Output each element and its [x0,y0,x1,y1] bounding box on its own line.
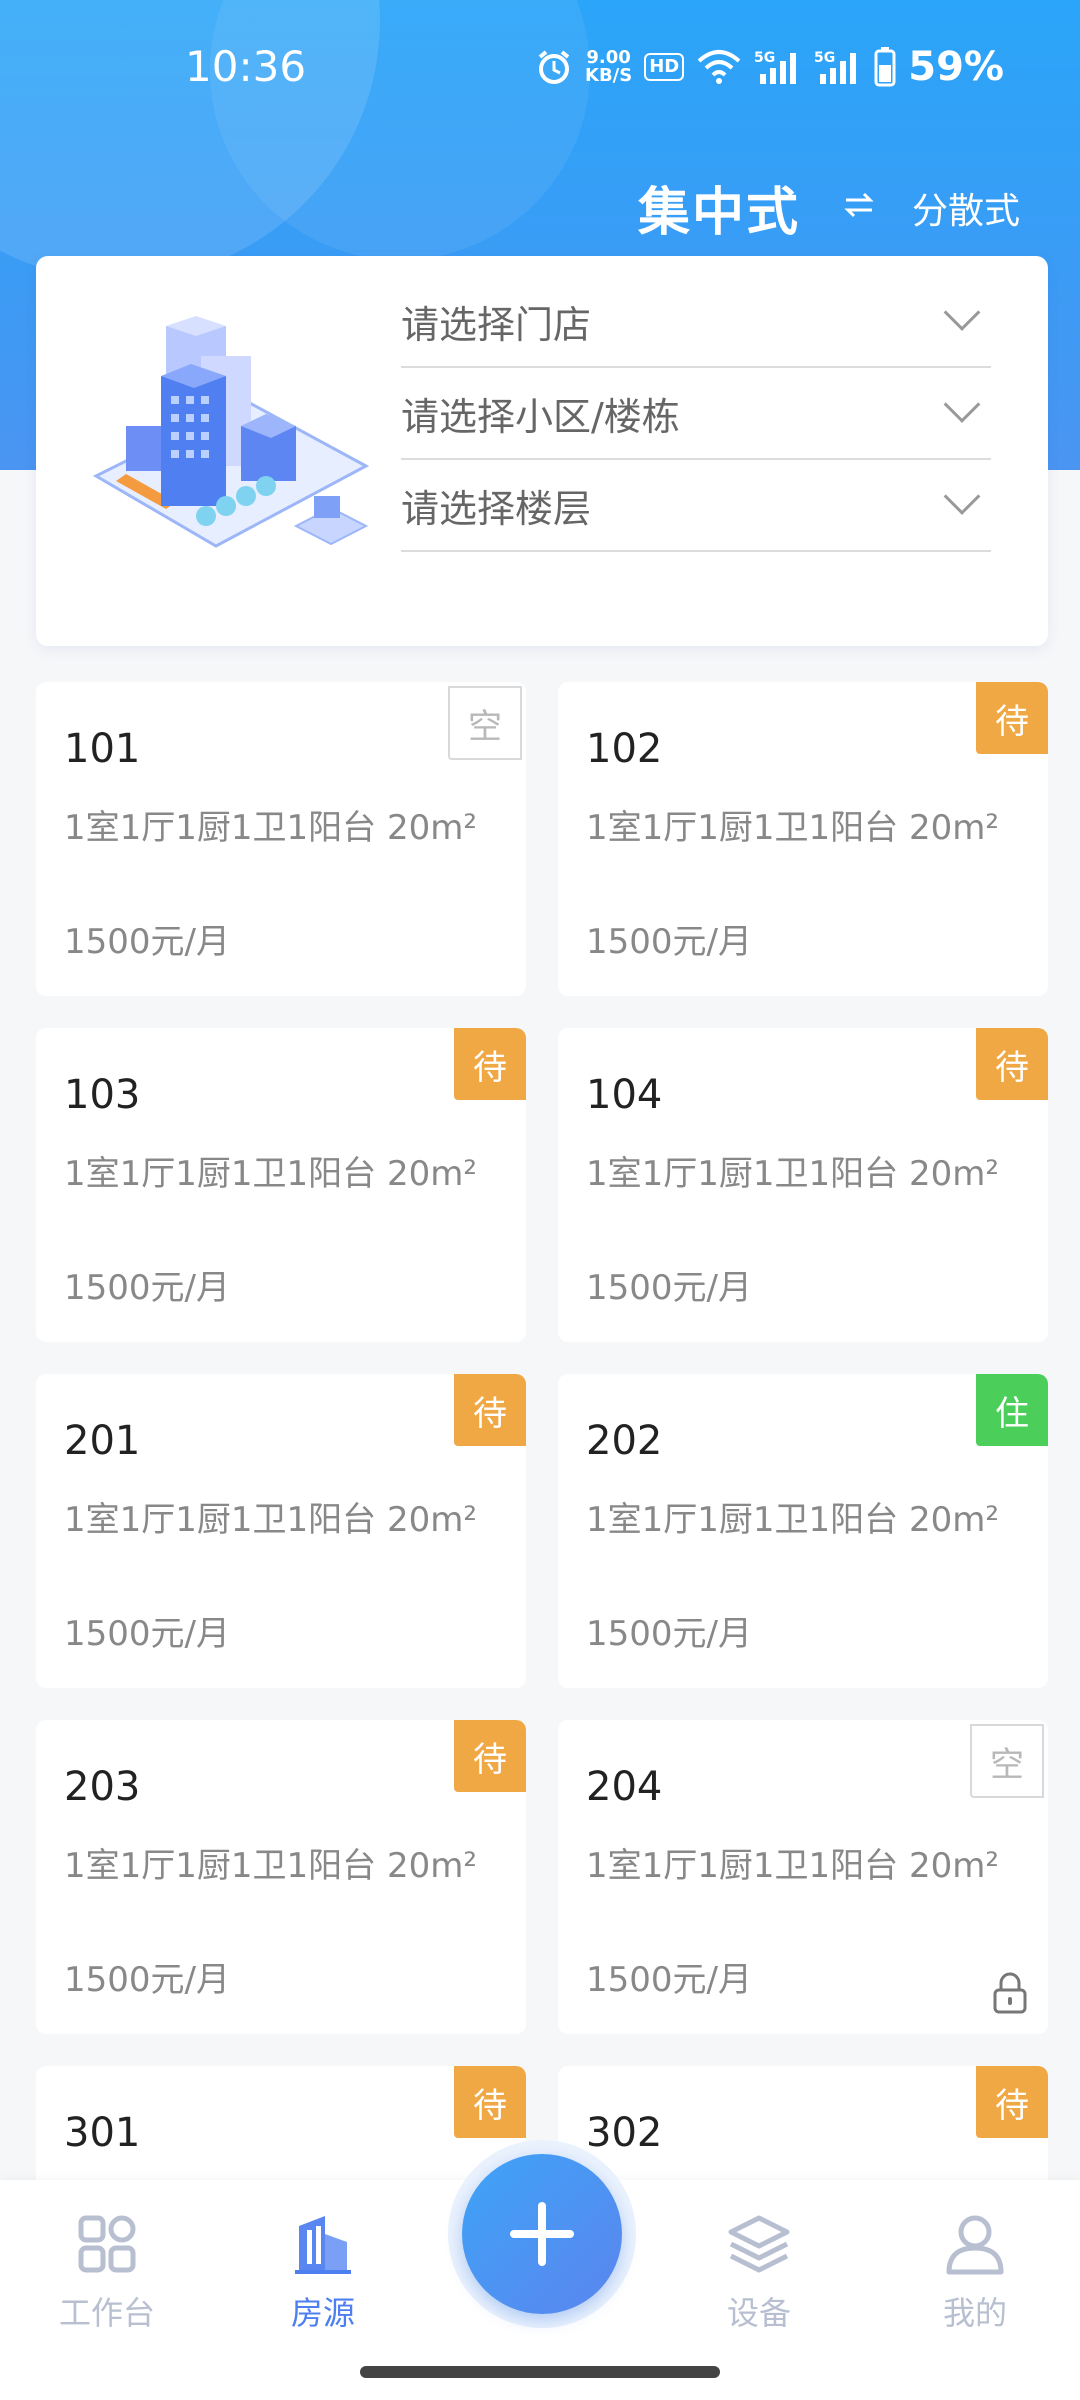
community-select-label: 请选择小区/楼栋 [401,394,680,439]
building-icon [295,2216,351,2274]
room-price: 1500元/月 [586,1268,752,1308]
status-badge: 待 [454,1028,526,1100]
nav-devices[interactable]: 设备 [684,2212,834,2334]
status-badge: 待 [976,2066,1048,2138]
room-layout: 1室1厅1厨1卫1阳台 20m² [586,808,999,848]
swap-arrows-icon[interactable] [844,187,874,228]
speed-unit: KB/S [585,65,633,86]
room-layout: 1室1厅1厨1卫1阳台 20m² [64,1846,477,1886]
room-number: 202 [586,1418,663,1464]
room-price: 1500元/月 [64,1960,230,2000]
nav-profile-label: 我的 [942,2294,1007,2332]
floor-select[interactable]: 请选择楼层 [401,460,991,552]
room-price: 1500元/月 [64,1614,230,1654]
room-number: 102 [586,726,663,772]
room-price: 1500元/月 [64,922,230,962]
battery-percent: 59% [908,44,1004,90]
status-badge: 空 [970,1724,1044,1798]
status-badge: 待 [454,2066,526,2138]
room-number: 302 [586,2110,663,2156]
room-number: 104 [586,1072,663,1118]
add-button[interactable] [462,2154,622,2314]
chevron-down-icon [943,478,981,515]
status-badge: 住 [976,1374,1048,1446]
room-layout: 1室1厅1厨1卫1阳台 20m² [64,1500,477,1540]
room-card[interactable]: 待 104 1室1厅1厨1卫1阳台 20m² 1500元/月 [558,1028,1048,1342]
room-number: 204 [586,1764,663,1810]
nav-workbench-label: 工作台 [58,2294,155,2332]
nav-listings[interactable]: 房源 [248,2212,398,2334]
signal-icon: 5G [814,48,862,86]
building-illustration [76,316,376,576]
layers-icon [728,2215,790,2273]
room-card[interactable]: 空 101 1室1厅1厨1卫1阳台 20m² 1500元/月 [36,682,526,996]
grid-icon [78,2215,136,2273]
nav-listings-label: 房源 [290,2294,355,2332]
alarm-icon [535,48,573,86]
chevron-down-icon [943,294,981,331]
room-layout: 1室1厅1厨1卫1阳台 20m² [64,1154,477,1194]
room-layout: 1室1厅1厨1卫1阳台 20m² [64,808,477,848]
mode-distributed[interactable]: 分散式 [912,182,1020,234]
room-card[interactable]: 住 202 1室1厅1厨1卫1阳台 20m² 1500元/月 [558,1374,1048,1688]
home-indicator[interactable] [360,2366,720,2378]
lock-icon [993,1972,1027,2014]
battery-icon [874,47,896,87]
nav-devices-label: 设备 [726,2294,791,2332]
room-card[interactable]: 待 201 1室1厅1厨1卫1阳台 20m² 1500元/月 [36,1374,526,1688]
signal-icon: 5G [754,48,802,86]
wifi-icon [696,49,742,85]
status-badge: 待 [454,1374,526,1446]
room-price: 1500元/月 [64,1268,230,1308]
room-card[interactable]: 空 204 1室1厅1厨1卫1阳台 20m² 1500元/月 [558,1720,1048,2034]
room-number: 201 [64,1418,141,1464]
room-layout: 1室1厅1厨1卫1阳台 20m² [586,1500,999,1540]
room-number: 301 [64,2110,141,2156]
room-price: 1500元/月 [586,922,752,962]
network-speed: 9.00 KB/S [585,49,632,85]
nav-workbench[interactable]: 工作台 [32,2212,182,2334]
room-price: 1500元/月 [586,1960,752,2000]
filter-card: 请选择门店 请选择小区/楼栋 请选择楼层 [36,256,1048,646]
room-number: 203 [64,1764,141,1810]
status-badge: 待 [454,1720,526,1792]
room-card[interactable]: 待 203 1室1厅1厨1卫1阳台 20m² 1500元/月 [36,1720,526,2034]
store-select[interactable]: 请选择门店 [401,276,991,368]
room-card[interactable]: 待 102 1室1厅1厨1卫1阳台 20m² 1500元/月 [558,682,1048,996]
chevron-down-icon [943,386,981,423]
svg-text:5G: 5G [814,50,835,66]
room-price: 1500元/月 [586,1614,752,1654]
room-card[interactable]: 待 103 1室1厅1厨1卫1阳台 20m² 1500元/月 [36,1028,526,1342]
status-bar: 10:36 9.00 KB/S HD 5G 5G 59% [0,30,1080,110]
status-time: 10:36 [185,42,307,91]
mode-centralized[interactable]: 集中式 [638,170,800,245]
store-select-label: 请选择门店 [401,302,592,347]
room-layout: 1室1厅1厨1卫1阳台 20m² [586,1154,999,1194]
hd-badge: HD [644,53,685,81]
nav-profile[interactable]: 我的 [900,2212,1050,2334]
status-badge: 待 [976,682,1048,754]
floor-select-label: 请选择楼层 [401,486,592,531]
user-icon [946,2215,1004,2275]
community-building-select[interactable]: 请选择小区/楼栋 [401,368,991,460]
status-icons: 9.00 KB/S HD 5G 5G 59% [535,44,1004,90]
room-number: 103 [64,1072,141,1118]
status-badge: 空 [448,686,522,760]
room-layout: 1室1厅1厨1卫1阳台 20m² [586,1846,999,1886]
room-number: 101 [64,726,141,772]
status-badge: 待 [976,1028,1048,1100]
svg-text:5G: 5G [754,50,775,66]
mode-switch: 集中式 分散式 [638,170,1020,245]
